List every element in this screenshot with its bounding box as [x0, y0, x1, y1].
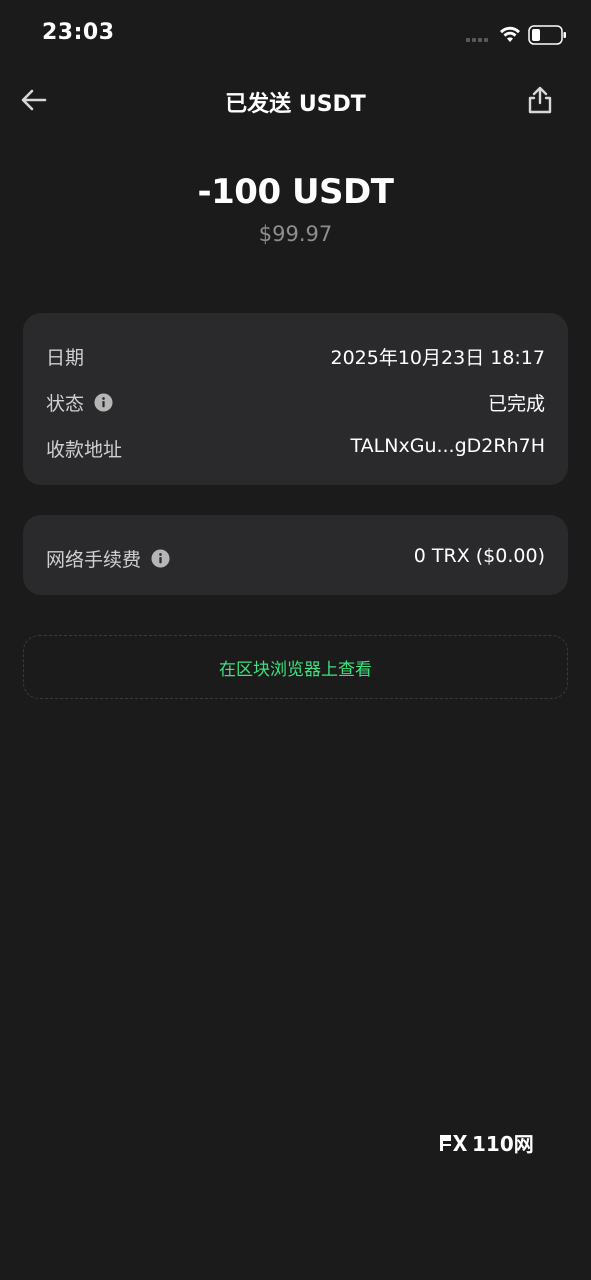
fee-label: 网络手续费	[46, 549, 142, 571]
address-value[interactable]: TALNxGu...gD2Rh7H	[351, 435, 545, 457]
share-icon	[528, 86, 552, 114]
page-title: 已发送 USDT	[225, 92, 366, 117]
cellular-signal-icon	[466, 38, 488, 42]
wifi-icon	[498, 24, 522, 48]
date-row: 日期 2025年10月23日 18:17	[23, 339, 568, 385]
explorer-label: 在区块浏览器上查看	[219, 659, 372, 680]
amount-value: -100 USDT	[197, 172, 394, 212]
status-row: 状态 已完成	[23, 385, 568, 431]
fx-logo-icon	[440, 1134, 467, 1151]
info-icon[interactable]	[151, 549, 170, 568]
status-time: 23:03	[42, 20, 115, 45]
share-button[interactable]	[520, 80, 560, 120]
status-bar: 23:03	[0, 0, 591, 70]
fee-row: 网络手续费 0 TRX ($0.00)	[23, 541, 568, 587]
view-on-explorer-button[interactable]: 在区块浏览器上查看	[23, 635, 568, 699]
date-label: 日期	[46, 347, 85, 369]
fee-card: 网络手续费 0 TRX ($0.00)	[23, 515, 568, 595]
status-value: 已完成	[487, 393, 545, 415]
amount-block: -100 USDT $99.97	[0, 172, 591, 246]
status-label: 状态	[46, 393, 85, 415]
address-label: 收款地址	[46, 439, 123, 461]
fiat-value: $99.97	[258, 222, 333, 246]
header: 已发送 USDT	[0, 70, 591, 130]
info-icon[interactable]	[94, 393, 113, 412]
watermark: 110网	[440, 1128, 534, 1157]
address-row: 收款地址 TALNxGu...gD2Rh7H	[23, 431, 568, 477]
watermark-text: 110网	[472, 1132, 534, 1156]
date-value: 2025年10月23日 18:17	[330, 347, 545, 369]
fee-value: 0 TRX ($0.00)	[413, 545, 545, 567]
details-card: 日期 2025年10月23日 18:17 状态 已完成 收款地址 TALNxGu…	[23, 313, 568, 485]
battery-icon	[528, 25, 568, 49]
